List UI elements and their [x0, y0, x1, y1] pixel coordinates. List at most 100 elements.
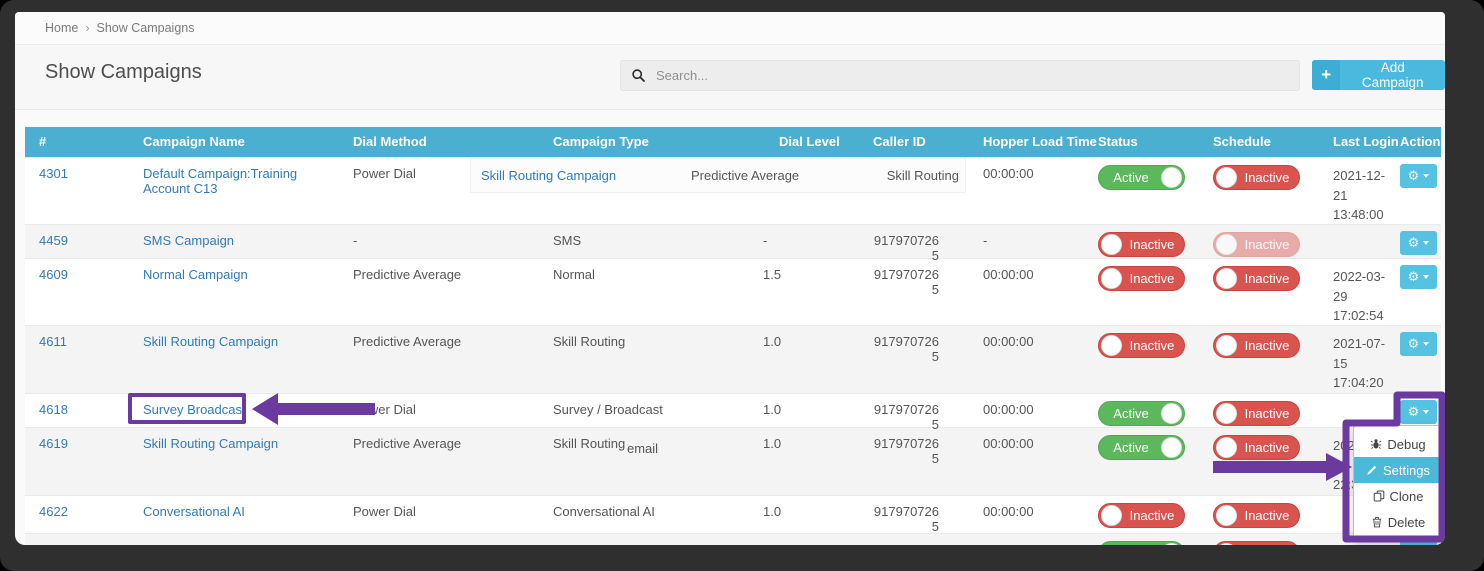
col-header-dial-method[interactable]: Dial Method	[345, 127, 545, 157]
pencil-icon	[1367, 465, 1377, 475]
campaign-id-link[interactable]: 4619	[39, 436, 68, 451]
breadcrumb-home[interactable]: Home	[45, 21, 78, 35]
ghost-campaign-name: Skill Routing Campaign	[481, 168, 617, 183]
table-row: 4459 SMS Campaign - SMS - 9179707265 - I…	[25, 224, 1441, 263]
campaign-name-link[interactable]: SMS Campaign	[143, 233, 234, 248]
gear-icon: ⚙	[1407, 168, 1420, 184]
caller-id: 9179707265	[873, 504, 939, 534]
status-toggle[interactable]: Active	[1098, 541, 1185, 545]
dial-method: -	[353, 233, 358, 248]
campaign-name-link[interactable]: Skill Routing Campaign	[143, 334, 278, 349]
status-toggle[interactable]: Inactive	[1098, 503, 1185, 528]
menu-item-debug[interactable]: Debug	[1354, 431, 1442, 457]
campaign-name-link[interactable]: Skill Routing Campaign	[143, 436, 278, 451]
page-header: Show Campaigns + Add Campaign	[15, 45, 1445, 110]
campaign-id-link[interactable]: 4611	[39, 334, 67, 349]
campaign-name-link-survey-broadcast[interactable]: Survey Broadcast	[143, 402, 246, 417]
schedule-toggle[interactable]: Inactive	[1213, 266, 1300, 291]
col-header-campaign-type[interactable]: Campaign Type	[545, 127, 755, 157]
toggle-knob	[1161, 437, 1182, 458]
dial-level: 1.0	[763, 436, 782, 451]
campaign-name-link[interactable]: Default Campaign:Training Account C13	[143, 166, 297, 196]
row-actions-button-open[interactable]: ⚙	[1400, 400, 1437, 424]
search-input[interactable]	[654, 67, 1288, 84]
toggle-knob	[1216, 167, 1237, 188]
schedule-toggle[interactable]: Inactive	[1213, 401, 1300, 426]
dial-method: Predictive Average	[353, 436, 462, 451]
dial-level: 1.0	[763, 402, 782, 417]
caller-id: 9179707265	[873, 233, 939, 263]
trash-icon	[1372, 517, 1381, 528]
caller-id: 9179707265	[873, 334, 939, 364]
dial-method: Power Dial	[353, 504, 416, 519]
col-header-action: Action	[1400, 134, 1441, 149]
table-row: 4609 Normal Campaign Predictive Average …	[25, 258, 1441, 325]
row-actions-button[interactable]: ⚙	[1400, 164, 1437, 188]
status-toggle[interactable]: Active	[1098, 165, 1185, 190]
schedule-toggle[interactable]: Inactive	[1213, 165, 1300, 190]
table-row-partial: Active Inactive ⚙	[25, 533, 1441, 545]
menu-item-delete[interactable]: Delete	[1354, 509, 1442, 535]
row-actions-button[interactable]: ⚙	[1400, 332, 1437, 356]
col-header-hopper-load-time[interactable]: Hopper Load Time	[975, 127, 1097, 157]
campaign-name-link[interactable]: Conversational AI	[143, 504, 245, 519]
table-row: 4611 Skill Routing Campaign Predictive A…	[25, 325, 1441, 393]
schedule-toggle[interactable]: Inactive	[1213, 333, 1300, 358]
page-title: Show Campaigns	[45, 61, 202, 83]
campaign-id-link[interactable]: 4622	[39, 504, 68, 519]
schedule-toggle[interactable]: Inactive	[1213, 503, 1300, 528]
add-campaign-button[interactable]: + Add Campaign	[1312, 60, 1445, 90]
col-header-caller-id[interactable]: Caller ID	[865, 127, 975, 157]
col-header-campaign-name[interactable]: Campaign Name	[135, 127, 345, 157]
gear-icon: ⚙	[1407, 404, 1420, 420]
toggle-knob	[1216, 543, 1237, 545]
toggle-knob	[1216, 335, 1237, 356]
status-toggle[interactable]: Active	[1098, 401, 1185, 426]
stray-text-fragment: email	[627, 441, 659, 456]
campaign-type: Normal	[553, 267, 595, 282]
campaign-name-link[interactable]: Normal Campaign	[143, 267, 248, 282]
toggle-knob	[1216, 268, 1237, 289]
dial-level: 1.5	[763, 267, 782, 282]
status-toggle[interactable]: Inactive	[1098, 232, 1185, 257]
hopper-load-time: 00:00:00	[983, 334, 1034, 349]
table-row-highlighted: 4618 Survey Broadcast Power Dial Survey …	[25, 393, 1441, 432]
hopper-load-time: 00:00:00	[983, 504, 1034, 519]
menu-item-settings[interactable]: Settings	[1354, 457, 1442, 483]
dial-level: 1.0	[763, 504, 782, 519]
last-login: 2021-07-15 17:04:20	[1333, 336, 1386, 390]
schedule-toggle[interactable]: Inactive	[1213, 541, 1300, 545]
col-header-id[interactable]: #	[25, 127, 135, 157]
ghost-dial-method: Predictive Average	[691, 168, 800, 183]
campaign-id-link[interactable]: 4459	[39, 233, 68, 248]
gear-icon: ⚙	[1407, 269, 1420, 285]
bug-icon	[1371, 439, 1382, 449]
hopper-load-time: 00:00:00	[983, 267, 1034, 282]
actions-dropdown-menu: Debug Settings Clone Delete	[1353, 425, 1443, 541]
plus-icon: +	[1312, 60, 1341, 90]
row-actions-button[interactable]: ⚙	[1400, 231, 1437, 255]
hopper-load-time: 00:00:00	[983, 436, 1034, 451]
caret-down-icon	[1423, 174, 1430, 178]
toggle-knob	[1101, 335, 1122, 356]
table-header-row: # Campaign Name Dial Method Campaign Typ…	[25, 127, 1441, 157]
menu-item-clone[interactable]: Clone	[1354, 483, 1442, 509]
row-actions-button[interactable]: ⚙	[1400, 265, 1437, 289]
campaign-id-link[interactable]: 4609	[39, 267, 68, 282]
status-toggle[interactable]: Inactive	[1098, 266, 1185, 291]
col-header-last-login[interactable]: Last Login	[1325, 127, 1399, 157]
col-header-schedule[interactable]: Schedule	[1210, 127, 1325, 157]
campaign-id-link[interactable]: 4618	[39, 402, 68, 417]
schedule-toggle[interactable]: Inactive	[1213, 435, 1300, 460]
schedule-toggle-disabled: Inactive	[1213, 232, 1300, 257]
toggle-knob	[1216, 505, 1237, 526]
search-box	[620, 60, 1300, 91]
last-login: 2021-12-21 13:48:00	[1333, 168, 1386, 222]
status-toggle[interactable]: Active	[1098, 435, 1185, 460]
col-header-dial-level[interactable]: Dial Level	[755, 127, 865, 157]
status-toggle[interactable]: Inactive	[1098, 333, 1185, 358]
breadcrumb-separator: ›	[85, 21, 90, 35]
campaign-id-link[interactable]: 4301	[39, 166, 68, 181]
col-header-status[interactable]: Status	[1095, 127, 1210, 157]
dial-method: Predictive Average	[353, 267, 462, 282]
